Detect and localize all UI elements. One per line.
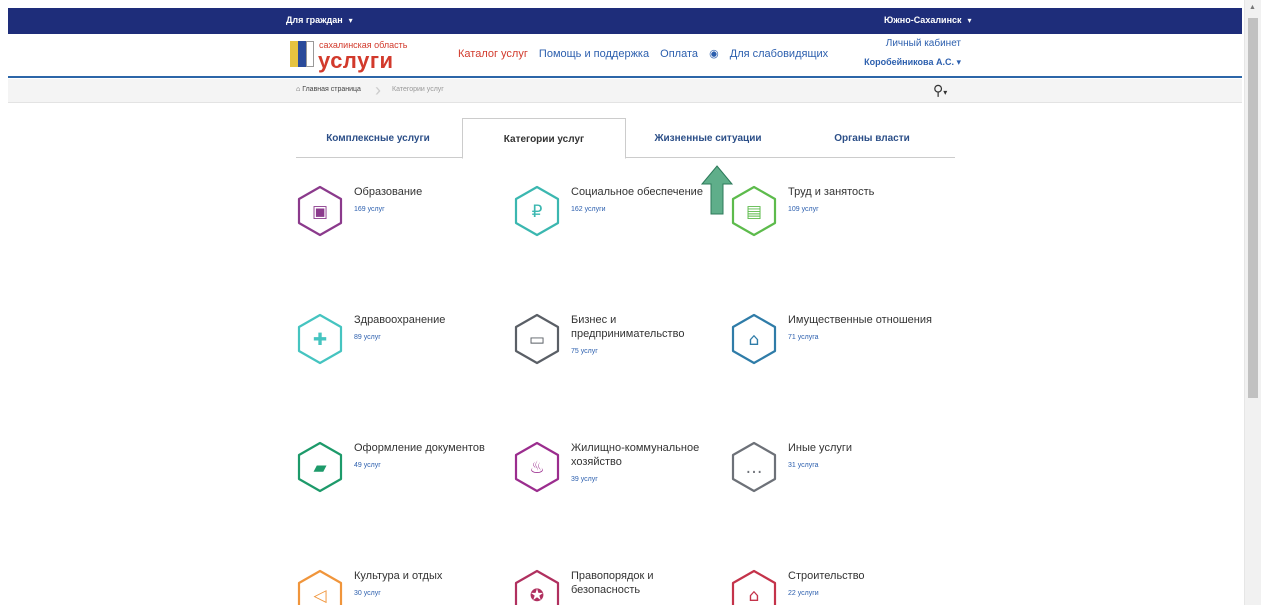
- chevron-down-icon: ▾: [348, 16, 353, 25]
- category-item[interactable]: ▰ Оформление документов 49 услуг: [296, 441, 506, 501]
- nav-help[interactable]: Помощь и поддержка: [539, 48, 649, 60]
- chevron-down-icon: ▾: [956, 57, 961, 67]
- search-icon: ⚲: [933, 82, 944, 98]
- category-icon: ▭: [514, 313, 560, 365]
- category-item[interactable]: … Иные услуги 31 услуга: [730, 441, 940, 501]
- category-count: 22 услуги: [788, 590, 819, 597]
- citizens-dropdown[interactable]: Для граждан ▾: [286, 15, 353, 25]
- svg-text:◁: ◁: [313, 586, 327, 605]
- category-icon: ◁: [297, 569, 343, 605]
- category-name: Здравоохранение: [354, 314, 446, 326]
- category-icon: ▤: [731, 185, 777, 237]
- home-icon: ⌂: [296, 86, 301, 93]
- personal-cabinet-link[interactable]: Личный кабинет: [864, 38, 961, 49]
- category-name: Строительство: [788, 570, 865, 582]
- category-name: Социальное обеспечение: [571, 186, 703, 198]
- vertical-scrollbar[interactable]: ▲: [1244, 0, 1261, 605]
- breadcrumb-home[interactable]: ⌂ Главная страница: [296, 86, 361, 93]
- category-icon: ▰: [297, 441, 343, 493]
- category-icon: ▣: [297, 185, 343, 237]
- search-button[interactable]: ⚲▾: [933, 82, 947, 99]
- category-count: 75 услуг: [571, 348, 598, 355]
- site-logo[interactable]: сахалинская область услуги: [290, 40, 420, 73]
- scroll-up-icon[interactable]: ▲: [1249, 4, 1256, 11]
- svg-text:✪: ✪: [530, 586, 544, 605]
- category-name: Правопорядок и безопасность: [571, 570, 654, 596]
- svg-text:₽: ₽: [532, 202, 543, 222]
- category-item[interactable]: ▣ Образование 169 услуг: [296, 185, 506, 245]
- category-item[interactable]: ▤ Труд и занятость 109 услуг: [730, 185, 940, 245]
- category-count: 39 услуг: [571, 476, 598, 483]
- user-menu[interactable]: Коробейникова А.С. ▾: [864, 57, 961, 68]
- logo-title: услуги: [318, 48, 394, 73]
- svg-text:✚: ✚: [313, 330, 327, 350]
- category-name: Бизнес и предпринимательство: [571, 314, 685, 340]
- category-icon: ⌂: [731, 569, 777, 605]
- category-count: 109 услуг: [788, 206, 819, 213]
- city-dropdown[interactable]: Южно-Сахалинск ▾: [884, 15, 972, 25]
- category-icon: ✪: [514, 569, 560, 605]
- category-item[interactable]: ✪ Правопорядок и безопасность: [513, 569, 723, 605]
- category-name: Жилищно-коммунальное хозяйство: [571, 442, 700, 468]
- nav-payment[interactable]: Оплата: [660, 48, 698, 60]
- nav-visually-impaired[interactable]: ◉ Для слабовидящих: [709, 48, 836, 60]
- category-item[interactable]: ▭ Бизнес и предпринимательство 75 услуг: [513, 313, 723, 373]
- top-bar: Для граждан ▾ Южно-Сахалинск ▾: [8, 8, 1242, 34]
- svg-text:▭: ▭: [529, 330, 545, 350]
- svg-text:…: …: [746, 458, 763, 478]
- category-item[interactable]: ⌂ Строительство 22 услуги: [730, 569, 940, 605]
- svg-text:▤: ▤: [746, 202, 762, 222]
- main-nav: Каталог услуг Помощь и поддержка Оплата …: [458, 47, 844, 60]
- category-name: Образование: [354, 186, 423, 198]
- nav-catalog[interactable]: Каталог услуг: [458, 48, 528, 60]
- category-item[interactable]: ♨ Жилищно-коммунальное хозяйство 39 услуг: [513, 441, 723, 501]
- svg-text:♨: ♨: [529, 458, 544, 478]
- category-count: 49 услуг: [354, 462, 381, 469]
- breadcrumb-separator: ›: [375, 80, 381, 100]
- category-item[interactable]: ✚ Здравоохранение 89 услуг: [296, 313, 506, 373]
- category-count: 30 услуг: [354, 590, 381, 597]
- breadcrumb-current: Категории услуг: [392, 86, 444, 93]
- category-count: 162 услуги: [571, 206, 606, 213]
- category-icon: ✚: [297, 313, 343, 365]
- tab-authorities[interactable]: Органы власти: [790, 118, 954, 158]
- breadcrumb: ⌂ Главная страница › Категории услуг ⚲▾: [8, 79, 1242, 103]
- tab-complex-services[interactable]: Комплексные услуги: [296, 118, 460, 158]
- chevron-down-icon: ▾: [943, 88, 948, 97]
- category-item[interactable]: ◁ Культура и отдых 30 услуг: [296, 569, 506, 605]
- category-count: 89 услуг: [354, 334, 381, 341]
- scrollbar-thumb[interactable]: [1248, 18, 1258, 398]
- eye-icon: ◉: [709, 48, 719, 60]
- category-icon: …: [731, 441, 777, 493]
- svg-text:⌂: ⌂: [749, 586, 760, 605]
- category-count: 31 услуга: [788, 462, 819, 469]
- svg-text:⌂: ⌂: [749, 330, 760, 350]
- chevron-down-icon: ▾: [967, 16, 972, 25]
- category-icon: ♨: [514, 441, 560, 493]
- category-count: 169 услуг: [354, 206, 385, 213]
- tab-life-situations[interactable]: Жизненные ситуации: [626, 118, 790, 158]
- catalog-tabs: Комплексные услуги Категории услуг Жизне…: [296, 118, 955, 159]
- category-icon: ⌂: [731, 313, 777, 365]
- category-name: Оформление документов: [354, 442, 485, 454]
- category-name: Иные услуги: [788, 442, 853, 454]
- svg-text:▣: ▣: [312, 202, 328, 222]
- svg-text:▰: ▰: [313, 458, 327, 478]
- category-icon: ₽: [514, 185, 560, 237]
- category-name: Культура и отдых: [354, 570, 443, 582]
- account-area: Личный кабинет Коробейникова А.С. ▾: [864, 38, 961, 68]
- category-count: 71 услуга: [788, 334, 819, 341]
- category-name: Имущественные отношения: [788, 314, 932, 326]
- header-divider: [8, 76, 1242, 78]
- category-item[interactable]: ⌂ Имущественные отношения 71 услуга: [730, 313, 940, 373]
- tab-service-categories[interactable]: Категории услуг: [462, 118, 626, 159]
- region-flag-icon: [290, 41, 314, 67]
- category-name: Труд и занятость: [788, 186, 875, 198]
- category-item[interactable]: ₽ Социальное обеспечение 162 услуги: [513, 185, 723, 245]
